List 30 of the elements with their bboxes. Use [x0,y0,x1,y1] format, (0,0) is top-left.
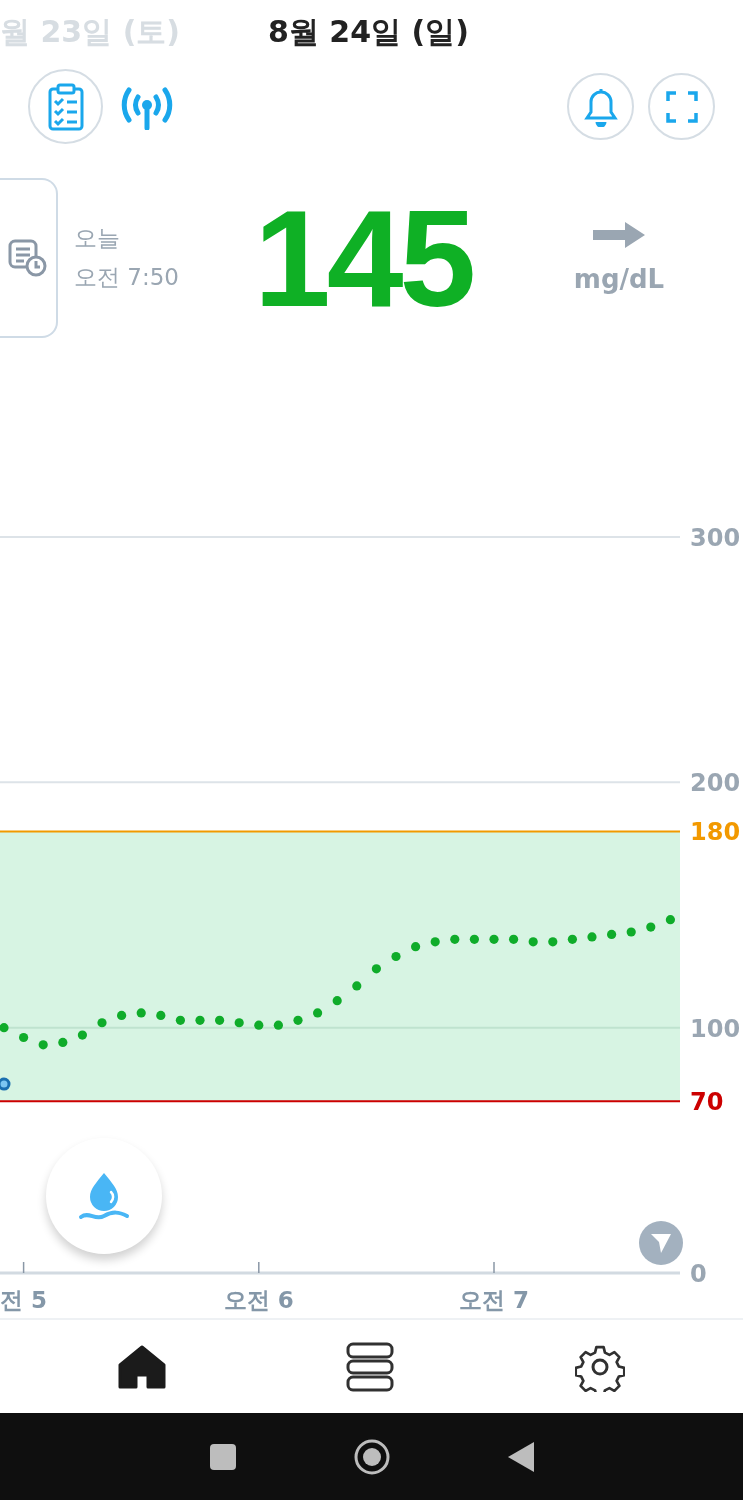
circle-icon [353,1438,390,1475]
square-icon [209,1443,236,1470]
current-date: 8월 24일 (일) [268,13,469,51]
home-icon [117,1344,166,1389]
y-axis-label: 300 [690,524,741,552]
history-button[interactable] [0,178,58,338]
x-axis-label: 오전 6 [223,1287,294,1313]
y-axis-label: 70 [690,1088,724,1117]
recents-button[interactable] [209,1443,236,1470]
x-axis-label: 전 5 [0,1287,48,1313]
home-button[interactable] [353,1438,390,1475]
down-triangle-icon [650,1232,672,1254]
back-button[interactable] [507,1441,534,1472]
glucose-unit: mg/dL [573,264,665,294]
reading-day: 오늘 [74,223,254,254]
y-axis-label: 180 [690,818,741,847]
x-axis-label: 오전 7 [459,1287,529,1313]
back-triangle-icon [507,1441,534,1472]
fullscreen-icon [665,90,698,123]
trend-arrow-icon [593,222,645,248]
history-icon [8,238,48,278]
clipboard-icon [46,82,85,131]
list-icon [345,1341,396,1392]
water-drop-icon [78,1171,130,1221]
y-axis-label: 0 [690,1260,707,1288]
y-axis-label: 200 [690,769,741,798]
bell-icon [583,86,618,127]
reading-time: 오전 7:50 [74,263,180,292]
y-axis-label: 100 [690,1014,741,1043]
glucose-value: 145 [254,180,474,337]
